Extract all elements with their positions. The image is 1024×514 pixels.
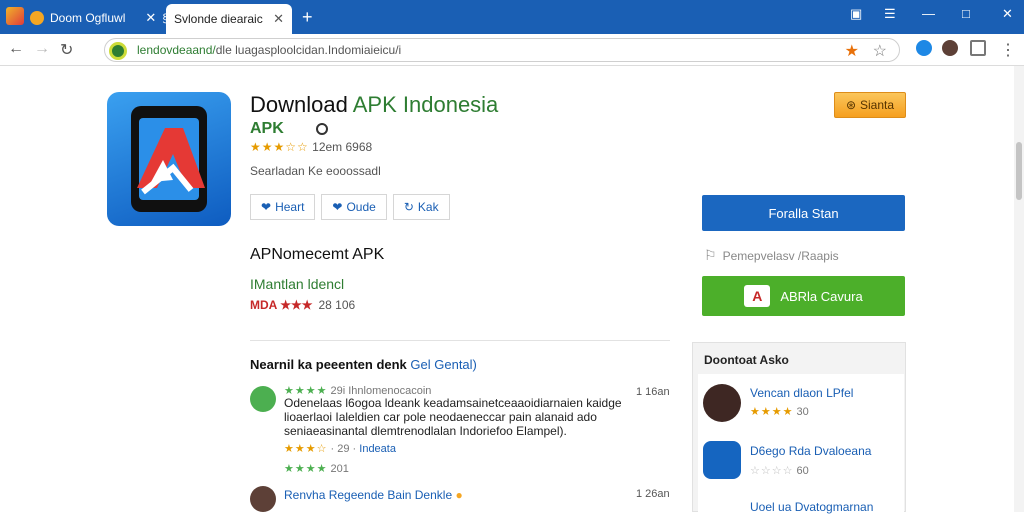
avatar[interactable] [250,486,276,512]
apk-label: APK [250,120,284,137]
sidebar-item-name[interactable]: D6ego Rda Dvaloeana [750,444,871,458]
tab-inactive[interactable]: Doom Ogfluwl ✕ § [30,8,169,28]
divider [250,340,670,341]
app-title: Download APK Indonesia [250,92,499,117]
forward-arrow-icon[interactable]: → [34,40,50,58]
download-button[interactable]: Foralla Stan [702,195,905,231]
tab-title: Doom Ogfluwl [50,11,126,25]
tab-active[interactable]: Svlonde diearaic ✕ [166,4,292,34]
section-subtitle[interactable]: IMantlan ldencl [250,276,344,292]
sidebar-item-name[interactable]: Vencan dlaon LPfel [750,386,853,400]
window-icon-2[interactable]: ☰ [884,6,896,22]
window-icon-1[interactable]: ▣ [850,6,862,22]
review-sub: ★★★☆ · 29 · Indeata [284,443,396,455]
oude-button[interactable]: ❤ Oude [321,194,387,220]
navigation-bar: ← → ↻ lendovdeaand/dle luagasploolcidan.… [0,34,1024,66]
avatar[interactable] [250,386,276,412]
review-time: 1 26an [636,488,670,500]
sidebar-thumb[interactable] [703,384,741,422]
rating-stars-icon: ★★★☆☆ [250,140,309,154]
menu-dots-icon[interactable]: ⋮ [1000,40,1016,60]
maximize-button[interactable]: □ [962,6,970,21]
favorite-star-icon[interactable]: ☆ [873,41,887,61]
action-button-row: ❤ Heart ❤ Oude ↻ Kak [250,194,450,220]
reload-icon[interactable]: ↻ [60,40,73,60]
tab-favicon-icon [30,11,44,25]
site-info-icon[interactable] [109,42,127,60]
minimize-button[interactable]: — [922,6,935,21]
review-text: Odenelaas l6ogoa ldeank keadamsainetceaa… [284,396,622,438]
sidebar-thumb[interactable] [703,441,741,479]
review-link[interactable]: Indeata [359,443,396,455]
close-window-button[interactable]: ✕ [1002,6,1013,22]
section-stars-icon: ★★★ [280,298,313,312]
new-tab-button[interactable]: + [302,8,313,26]
section-title: APNomecemt APK [250,246,385,263]
tab-title-active: Svlonde diearaic [174,12,263,26]
share-icon: ⊛ [845,98,857,112]
close-tab-icon[interactable]: ✕ [273,11,284,27]
kak-button[interactable]: ↻ Kak [392,194,450,220]
install-apk-button[interactable]: A ABRla Cavura [702,276,905,316]
sidebar-item-rating: ☆☆☆☆ 60 [750,465,809,477]
extension-icon[interactable] [916,40,932,56]
scrollbar-track[interactable] [1014,66,1024,512]
url-text[interactable]: lendovdeaand/dle luagasploolcidan.Indomi… [137,43,401,57]
app-icon [107,92,231,226]
bookmark-star-icon[interactable]: ★ [845,41,859,61]
report-link[interactable]: ⚐ Pemepvelasv /Raapis [704,247,839,264]
reviews-link[interactable]: Gel Gental) [410,357,476,372]
window-toggle-icon[interactable] [970,40,986,56]
profile-avatar-icon[interactable] [942,40,958,56]
pin-icon[interactable]: ✕ [145,10,156,26]
verified-icon [316,123,328,135]
apk-logo-icon: A [744,285,771,307]
reviewer-name[interactable]: Renvha Regeende Bain Denkle ● [284,488,463,502]
address-bar[interactable]: lendovdeaand/dle luagasploolcidan.Indomi… [104,38,900,62]
browser-app-icon [6,7,24,25]
share-button[interactable]: ⊛ Sianta [834,92,906,118]
refresh-icon: ↻ [403,200,414,214]
sidebar-item-rating: ★★★★ 30 [750,406,809,418]
like-icon: ❤ [332,200,343,214]
app-rating: ★★★☆☆ 12em 6968 [250,140,373,154]
heart-button[interactable]: ❤ Heart [250,194,316,220]
review-extra: ★★★★ 201 [284,463,349,475]
flag-icon: ⚐ [704,247,717,263]
app-subtitle: Searladan Ke eooossadl [250,164,381,178]
badge-icon: ● [455,488,463,502]
scrollbar-thumb[interactable] [1016,142,1022,200]
back-arrow-icon[interactable]: ← [8,40,24,58]
heart-icon: ❤ [261,200,272,214]
section-rating: MDA ★★★ 28 106 [250,298,356,312]
sidebar-title: Doontoat Asko [704,353,789,367]
reviews-heading: Nearnil ka peeenten denk Gel Gental) [250,357,477,372]
